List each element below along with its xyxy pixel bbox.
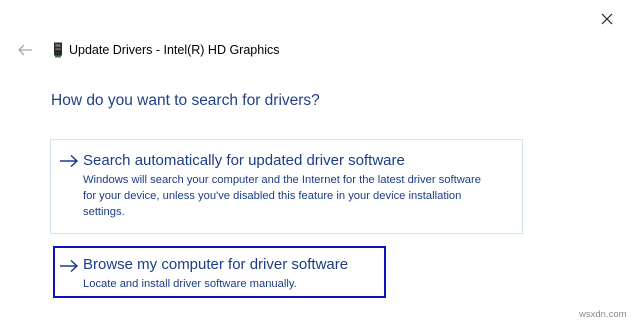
close-button[interactable]	[596, 8, 618, 30]
back-button[interactable]	[14, 40, 36, 60]
option-description: Windows will search your computer and th…	[83, 172, 519, 220]
description-line: Windows will search your computer and th…	[83, 174, 481, 186]
description-line: settings.	[83, 206, 125, 218]
window-title: Update Drivers - Intel(R) HD Graphics	[69, 43, 280, 57]
description-line: Locate and install driver software manua…	[83, 278, 297, 290]
browse-computer-option[interactable]: Browse my computer for driver software L…	[53, 246, 386, 298]
description-line: for your device, unless you've disabled …	[83, 190, 462, 202]
option-title: Browse my computer for driver software	[83, 256, 349, 273]
page-heading: How do you want to search for drivers?	[51, 92, 320, 109]
graphics-card-icon	[52, 42, 64, 58]
watermark: wsxdn.com	[579, 309, 627, 320]
option-description: Locate and install driver software manua…	[83, 276, 383, 292]
right-arrow-icon	[60, 259, 79, 273]
close-icon	[601, 13, 613, 25]
right-arrow-icon	[60, 154, 79, 168]
search-automatically-option[interactable]: Search automatically for updated driver …	[50, 139, 523, 234]
back-arrow-icon	[18, 44, 32, 56]
option-title: Search automatically for updated driver …	[83, 152, 405, 169]
